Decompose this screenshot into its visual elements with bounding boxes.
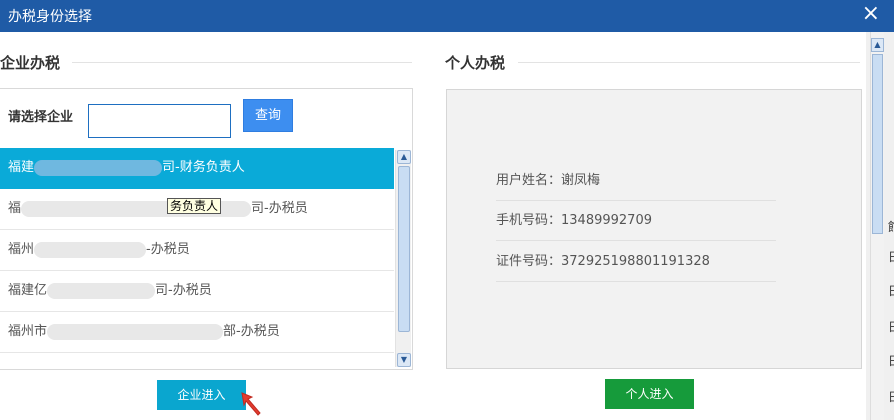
edge-text: 日 bbox=[888, 352, 894, 369]
red-arrow-icon bbox=[241, 392, 261, 416]
redacted-text bbox=[34, 159, 163, 176]
search-label: 请选择企业 bbox=[8, 110, 74, 125]
edge-text: 館 bbox=[888, 218, 894, 235]
tooltip: 务负责人 bbox=[167, 198, 222, 214]
enterprise-section-title: 企业办税 bbox=[0, 54, 61, 72]
enterprise-name-prefix: 福建 bbox=[8, 160, 35, 175]
enterprise-divider bbox=[72, 62, 412, 63]
enterprise-list-item[interactable]: 福建亿 司-办税员 bbox=[0, 271, 394, 312]
edge-text: 日 bbox=[888, 248, 894, 265]
scroll-down-arrow-icon[interactable]: ▼ bbox=[397, 353, 411, 367]
user-name-row: 用户姓名：谢凤梅 bbox=[496, 161, 776, 201]
id-number-row: 证件号码：372925198801191328 bbox=[496, 242, 776, 282]
enterprise-name-suffix: -办税员 bbox=[146, 242, 190, 257]
dialog-titlebar: 办税身份选择 × bbox=[0, 0, 894, 32]
enterprise-list-item[interactable]: 福州 -办税员 bbox=[0, 230, 394, 271]
enterprise-list: 福建 司-财务负责人 福司-办税员 福州 -办税员 福建亿 司-办税员 福州市 部-办税… bbox=[0, 148, 394, 368]
edge-text: 日 bbox=[888, 388, 894, 405]
phone-row: 手机号码：13489992709 bbox=[496, 201, 776, 241]
scroll-thumb[interactable] bbox=[398, 166, 410, 332]
enterprise-name-suffix: 司-办税员 bbox=[251, 201, 308, 216]
enterprise-list-item[interactable]: 福建 司-财务负责人 bbox=[0, 148, 394, 189]
enterprise-name-suffix: 司-财务负责人 bbox=[162, 160, 245, 175]
enterprise-name-prefix: 福 bbox=[8, 201, 22, 216]
enterprise-name-suffix: 部-办税员 bbox=[223, 324, 280, 339]
scroll-up-arrow-icon[interactable]: ▲ bbox=[871, 38, 884, 52]
personal-section-title: 个人办税 bbox=[445, 54, 506, 72]
enterprise-list-scrollbar[interactable]: ▲ ▼ bbox=[395, 150, 411, 367]
scroll-up-arrow-icon[interactable]: ▲ bbox=[397, 150, 411, 164]
edge-text: 日 bbox=[888, 282, 894, 299]
enterprise-search-input[interactable] bbox=[88, 104, 231, 138]
redacted-text bbox=[47, 323, 224, 340]
page-scrollbar[interactable]: ▲ bbox=[870, 32, 884, 420]
enterprise-list-item[interactable]: 福州市 部-办税员 bbox=[0, 312, 394, 353]
enterprise-enter-button[interactable]: 企业进入 bbox=[157, 380, 246, 410]
redacted-text bbox=[34, 241, 147, 258]
redacted-text bbox=[47, 282, 156, 299]
enterprise-name-prefix: 福州 bbox=[8, 242, 35, 257]
scroll-thumb[interactable] bbox=[872, 54, 883, 234]
query-button[interactable]: 查询 bbox=[243, 99, 293, 132]
close-icon[interactable]: × bbox=[862, 2, 880, 26]
personal-enter-button[interactable]: 个人进入 bbox=[605, 379, 694, 409]
enterprise-name-suffix: 司-办税员 bbox=[155, 283, 212, 298]
dialog-title: 办税身份选择 bbox=[8, 9, 92, 25]
personal-divider bbox=[518, 62, 860, 63]
enterprise-name-prefix: 福州市 bbox=[8, 324, 48, 339]
enterprise-name-prefix: 福建亿 bbox=[8, 283, 48, 298]
edge-text: 日 bbox=[888, 318, 894, 335]
